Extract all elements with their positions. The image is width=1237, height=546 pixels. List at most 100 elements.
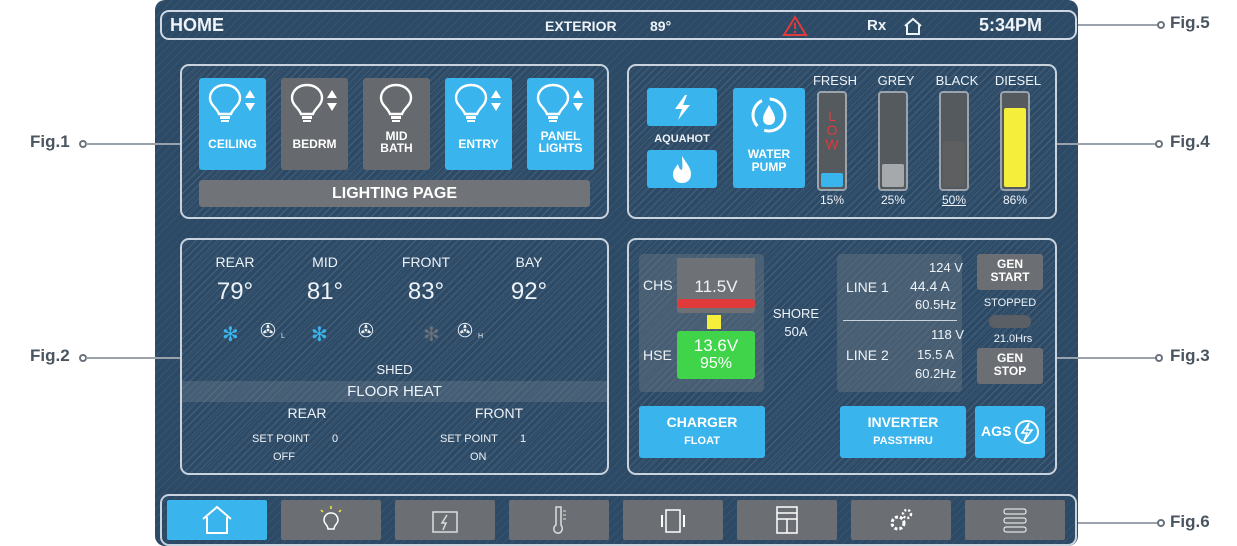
lightning-icon <box>675 95 690 120</box>
status-bar: HOME EXTERIOR 89° Rx 5:34PM <box>160 10 1077 40</box>
lightbulb-icon <box>536 83 583 122</box>
inverter-button[interactable]: INVERTER PASSTHRU <box>840 406 966 458</box>
light-button-entry[interactable]: ENTRY <box>445 78 512 170</box>
lightbulb-icon <box>379 83 413 122</box>
rx-indicator: Rx <box>867 17 887 34</box>
fig3-label: Fig.3 <box>1170 346 1210 365</box>
light-button-mid-bath[interactable]: MID BATH <box>363 78 430 170</box>
floor-front-setpoint-label: SET POINT <box>440 433 498 445</box>
fan-high-label: H <box>478 333 484 340</box>
floor-front-setpoint[interactable]: 1 <box>520 433 526 445</box>
light-button-label: MID BATH <box>380 129 413 155</box>
charger-button[interactable]: CHARGER FLOAT <box>639 406 765 458</box>
fig4-leader <box>1057 143 1161 145</box>
tank-percent-black: 50% <box>941 193 967 207</box>
tank-gauge-diesel <box>1000 91 1030 191</box>
zone-name-front: FRONT <box>401 254 451 270</box>
snowflake-icon[interactable]: ✻ <box>311 322 328 347</box>
tank-level-fill <box>1004 108 1026 187</box>
settings-sliders-icon <box>1003 508 1027 533</box>
zone-temp-mid[interactable]: 81° <box>285 278 365 306</box>
snowflake-icon[interactable]: ✻ <box>423 322 440 347</box>
gears-icon <box>890 508 913 531</box>
nav-button-generator[interactable] <box>623 500 723 540</box>
line1-volts: 124 V <box>929 260 963 275</box>
tanks-panel: AQUAHOT WATER PUMP FRESH L O W 15% GREY 25% B… <box>627 64 1057 219</box>
nav-button-thermometer[interactable] <box>509 500 609 540</box>
light-button-bedrm[interactable]: BEDRM <box>281 78 348 170</box>
light-button-panel-lights[interactable]: PANEL LIGHTS <box>527 78 594 170</box>
climate-panel: REAR 79° MID 81° FRONT 83° BAY 92° ✻ ✇ L ✻ ✇ ✻ … <box>180 238 609 475</box>
floor-front-state[interactable]: ON <box>470 451 487 463</box>
lightbulb-icon <box>454 83 501 122</box>
shore-label: SHORE <box>772 306 820 321</box>
tank-percent-grey: 25% <box>880 193 906 207</box>
floor-rear-setpoint[interactable]: 0 <box>332 433 338 445</box>
low-warning: L O W <box>825 108 839 152</box>
tank-level-fill <box>943 141 965 187</box>
light-button-label: PANEL LIGHTS <box>538 129 583 155</box>
flame-icon <box>673 156 691 183</box>
house-label: HSE <box>643 347 672 363</box>
light-button-ceiling[interactable]: CEILING <box>199 78 266 170</box>
nav-button-settings-sliders[interactable] <box>965 500 1065 540</box>
zone-temp-front[interactable]: 83° <box>386 278 466 306</box>
home-status-icon[interactable] <box>902 16 924 36</box>
fig1-leader <box>86 143 180 145</box>
water-pump-button[interactable]: WATER PUMP <box>733 88 805 188</box>
nav-button-home[interactable] <box>167 500 267 540</box>
fan-icon[interactable]: ✇ <box>358 320 374 343</box>
chassis-label: CHS <box>643 277 673 293</box>
fan-icon[interactable]: ✇ <box>457 320 473 343</box>
floor-rear-setpoint-label: SET POINT <box>252 433 310 445</box>
power-panel: CHS 11.5V HSE 13.6V 95% SHORE 50A 124 V … <box>627 238 1057 475</box>
lighting-panel: CEILING BEDRM MID BATH ENTRY PANEL LIGHTS LI… <box>180 64 609 219</box>
line2-amps: 15.5 A <box>917 347 954 362</box>
lightbulb-icon <box>290 83 337 122</box>
exterior-temp: 89° <box>650 18 672 34</box>
fig6-label: Fig.6 <box>1170 512 1210 531</box>
nav-button-battery[interactable] <box>395 500 495 540</box>
snowflake-icon[interactable]: ✻ <box>222 322 239 347</box>
tank-gauge-fresh: L O W <box>817 91 847 191</box>
nav-button-slides[interactable] <box>737 500 837 540</box>
fig6-dot <box>1157 519 1165 527</box>
zone-temp-bay[interactable]: 92° <box>489 278 569 306</box>
fig1-label: Fig.1 <box>30 132 70 151</box>
nav-button-gears[interactable] <box>851 500 951 540</box>
gen-status: STOPPED <box>983 297 1037 309</box>
line1-amps: 44.4 A <box>910 278 950 294</box>
tank-percent-fresh: 15% <box>819 193 845 207</box>
battery-icon <box>432 511 458 533</box>
nav-button-lightbulb[interactable] <box>281 500 381 540</box>
floor-rear-state[interactable]: OFF <box>273 451 295 463</box>
gen-start-button[interactable]: GEN START <box>977 254 1043 290</box>
gen-stop-button[interactable]: GEN STOP <box>977 348 1043 384</box>
battery-terminals <box>677 258 755 264</box>
ags-button[interactable]: AGS <box>975 406 1045 458</box>
aquahot-electric-button[interactable] <box>647 88 717 126</box>
fan-icon[interactable]: ✇ <box>260 320 276 343</box>
inverter-state: PASSTHRU <box>873 435 933 447</box>
chassis-low-bar <box>677 299 755 308</box>
tank-gauge-grey <box>878 91 908 191</box>
tank-name-black: BLACK <box>935 73 979 88</box>
tank-gauge-black <box>939 91 969 191</box>
gen-hours: 21.0Hrs <box>993 333 1033 345</box>
fig4-dot <box>1155 140 1163 148</box>
warning-icon[interactable] <box>782 15 808 37</box>
line2-volts: 118 V <box>931 327 965 342</box>
aquahot-diesel-button[interactable] <box>647 150 717 188</box>
charger-label: CHARGER <box>666 414 738 430</box>
lighting-page-button[interactable]: LIGHTING PAGE <box>199 180 590 207</box>
line2-hz: 60.2Hz <box>915 366 957 381</box>
zone-temp-rear[interactable]: 79° <box>195 278 275 306</box>
lightbulb-icon <box>208 83 255 122</box>
line2-label: LINE 2 <box>846 347 889 363</box>
clock: 5:34PM <box>979 15 1043 35</box>
tank-name-grey: GREY <box>877 73 915 88</box>
tank-percent-diesel: 86% <box>1002 193 1028 207</box>
lines-divider <box>843 320 957 321</box>
fig2-label: Fig.2 <box>30 346 70 365</box>
light-button-label: BEDRM <box>292 137 337 151</box>
